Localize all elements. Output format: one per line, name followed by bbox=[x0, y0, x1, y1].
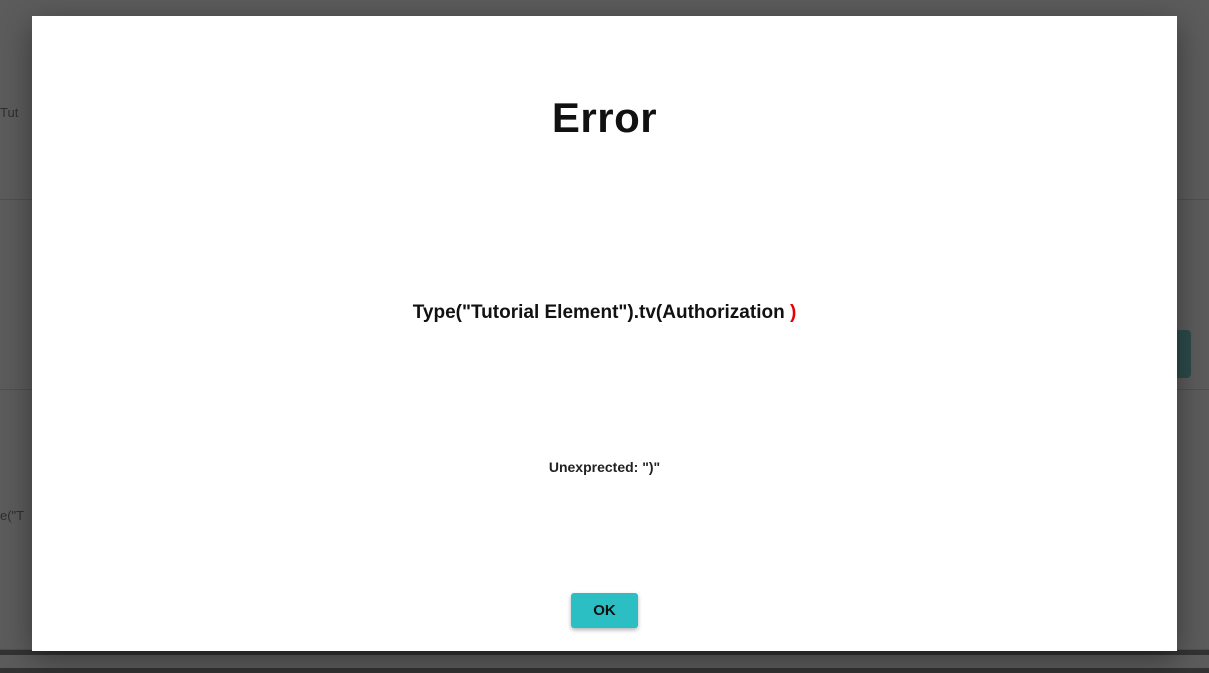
error-message: Unexprected: ")" bbox=[549, 459, 660, 475]
expression-error-token: ) bbox=[790, 302, 796, 323]
error-dialog: Error Type("Tutorial Element").tv(Author… bbox=[32, 16, 1177, 651]
error-expression: Type("Tutorial Element").tv(Authorizatio… bbox=[413, 302, 797, 324]
expression-text: Type("Tutorial Element").tv(Authorizatio… bbox=[413, 302, 790, 323]
ok-button[interactable]: OK bbox=[571, 593, 638, 628]
dialog-title: Error bbox=[552, 94, 657, 142]
